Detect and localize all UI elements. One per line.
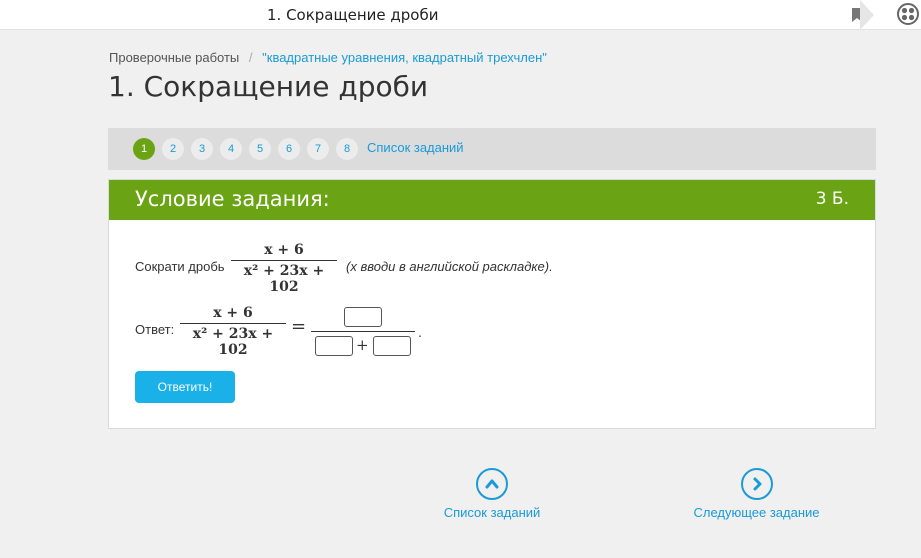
page-content: Проверочные работы / "квадратные уравнен…: [0, 30, 921, 558]
task-card-header: Условие задания: 3 Б.: [109, 180, 875, 220]
answer-fraction-bar: [311, 331, 415, 332]
chevron-right-icon: [740, 468, 773, 500]
answer-fraction: x + 6 x² + 23x + 102: [180, 305, 286, 358]
task-number-1[interactable]: 1: [133, 138, 155, 160]
answer-fraction-denominator: x² + 23x + 102: [192, 326, 274, 358]
next-task-label: Следующее задание: [693, 505, 820, 520]
breadcrumb-current[interactable]: "квадратные уравнения, квадратный трехчл…: [262, 50, 547, 65]
bottom-task-list-link[interactable]: Список заданий: [436, 468, 548, 520]
breadcrumb-root[interactable]: Проверочные работы: [109, 50, 239, 65]
task-hint: (x вводи в английской раскладке).: [346, 259, 553, 274]
answer-denominator-input-2[interactable]: [373, 336, 411, 356]
task-card: Условие задания: 3 Б. Сократи дробь x + …: [108, 179, 876, 429]
task-prefix: Сократи дробь: [135, 259, 225, 274]
task-number-6[interactable]: 6: [278, 138, 300, 160]
plus-sign: +: [356, 336, 369, 354]
tab-title: 1. Сокращение дроби: [267, 6, 439, 24]
task-number-4[interactable]: 4: [220, 138, 242, 160]
answer-denominator-input-1[interactable]: [315, 336, 353, 356]
task-fraction-numerator: x + 6: [264, 242, 304, 258]
answer-numerator-input[interactable]: [344, 307, 382, 327]
task-number-5[interactable]: 5: [249, 138, 271, 160]
task-fraction: x + 6 x² + 23x + 102: [231, 242, 337, 295]
browser-tab-bar: 1. Сокращение дроби: [0, 0, 921, 30]
task-navigation: 1 2 3 4 5 6 7 8 Список заданий: [108, 128, 876, 170]
page-title: 1. Сокращение дроби: [108, 70, 429, 103]
fraction-bar: [231, 260, 337, 261]
tab-arrow-decoration: [860, 0, 874, 30]
task-list-link[interactable]: Список заданий: [367, 140, 464, 155]
submit-button[interactable]: Ответить!: [135, 371, 235, 403]
equals-sign: =: [291, 316, 307, 337]
task-number-2[interactable]: 2: [162, 138, 184, 160]
task-condition-title: Условие задания:: [135, 187, 330, 211]
fraction-bar: [180, 323, 286, 324]
task-fraction-denominator: x² + 23x + 102: [243, 263, 325, 295]
extension-icon[interactable]: [897, 3, 919, 25]
next-task-link[interactable]: Следующее задание: [684, 468, 829, 520]
task-score: 3 Б.: [815, 189, 849, 209]
chevron-up-icon: [476, 468, 508, 500]
breadcrumb: Проверочные работы / "квадратные уравнен…: [109, 50, 547, 65]
task-number-3[interactable]: 3: [191, 138, 213, 160]
answer-label: Ответ:: [135, 322, 175, 337]
task-number-8[interactable]: 8: [336, 138, 358, 160]
answer-fraction-numerator: x + 6: [213, 305, 253, 321]
task-number-7[interactable]: 7: [307, 138, 329, 160]
period: .: [418, 324, 422, 340]
bottom-task-list-label: Список заданий: [443, 505, 541, 520]
breadcrumb-separator: /: [248, 50, 253, 65]
